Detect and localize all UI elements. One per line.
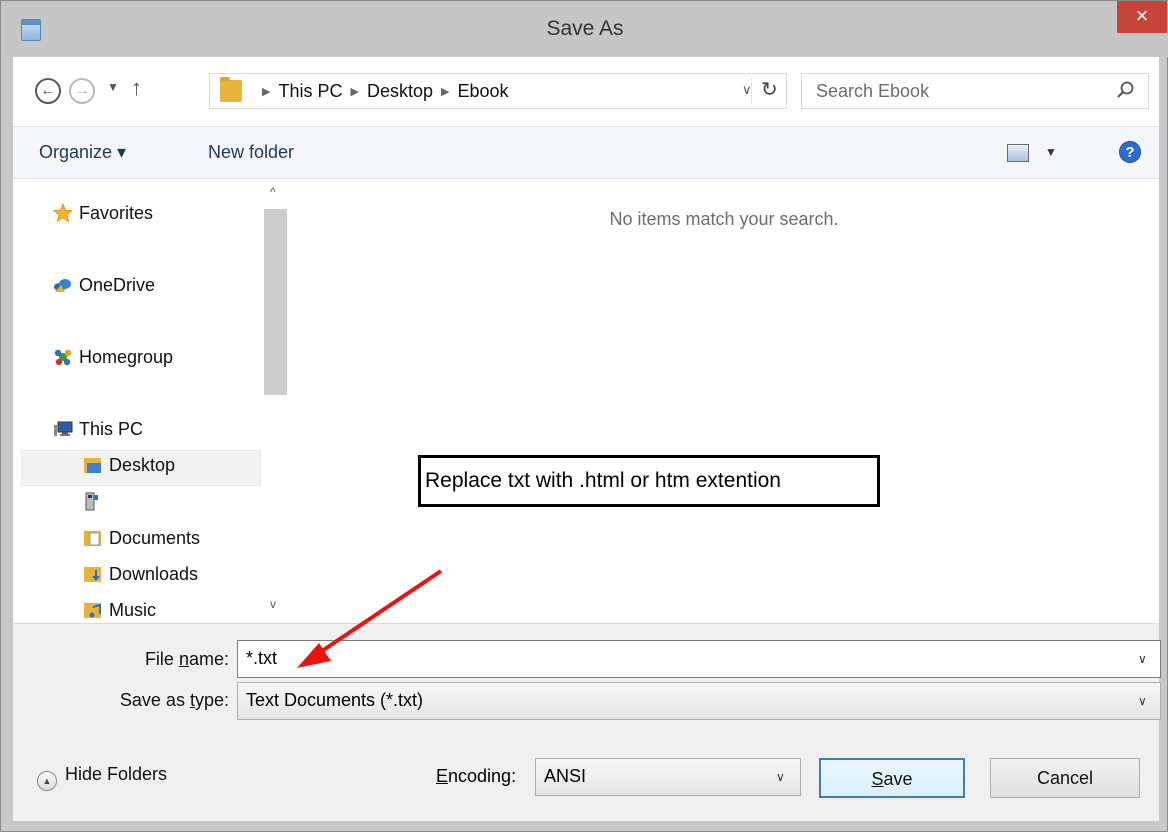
search-placeholder: Search Ebook [816, 81, 930, 101]
empty-message: No items match your search. [609, 209, 839, 229]
music-folder-icon [84, 603, 101, 618]
file-name-value[interactable]: *.txt [246, 648, 277, 669]
view-options-chevron-icon[interactable]: ▼ [1045, 145, 1057, 159]
nav-scrollbar[interactable]: ^ v [262, 179, 289, 623]
hide-folders-label: Hide Folders [65, 764, 168, 784]
save-as-type-label: Save as type: [119, 690, 229, 710]
nav-item-documents[interactable]: Documents [83, 528, 200, 558]
command-bar: Organize ▾ New folder ▼ ? [13, 127, 1159, 179]
onedrive-cloud-icon [54, 279, 71, 292]
search-input[interactable]: Search Ebook [801, 73, 1149, 109]
breadcrumb-separator-icon[interactable]: ▶ [441, 86, 449, 98]
address-row: ← → ▼ ↑ ▶ This PC ▶ Desktop ▶ Ebook ∨ ↻ Searc… [13, 57, 1159, 127]
nav-item-onedrive[interactable]: OneDrive [53, 275, 155, 305]
help-icon[interactable]: ? [1119, 141, 1141, 163]
downloads-folder-icon [84, 567, 101, 582]
breadcrumb-ebook[interactable]: Ebook [457, 81, 508, 101]
network-device-icon [85, 492, 98, 511]
breadcrumb-desktop[interactable]: Desktop [367, 81, 433, 101]
nav-item-this-pc[interactable]: This PC [53, 419, 143, 449]
save-as-dialog: Save As × ← → ▼ ↑ ▶ This PC ▶ Desktop ▶ Ebook… [0, 0, 1168, 832]
breadcrumb-separator-icon: ▶ [262, 86, 271, 98]
file-name-label: File name: [144, 649, 229, 669]
annotation-callout: Replace txt with .html or htm extention [418, 455, 880, 507]
save-as-type-value: Text Documents (*.txt) [246, 690, 424, 710]
scroll-thumb[interactable] [264, 209, 287, 395]
nav-label: Desktop [109, 455, 176, 475]
navigation-pane: Favorites OneDrive Homegroup This PC Des… [13, 179, 289, 623]
cancel-button[interactable]: Cancel [990, 758, 1140, 798]
title-bar: Save As × [1, 1, 1168, 57]
nav-label: Music [109, 600, 157, 620]
organize-button[interactable]: Organize ▾ [39, 142, 126, 163]
homegroup-icon [54, 349, 72, 366]
encoding-select[interactable]: ANSI ∨ [535, 758, 801, 796]
documents-folder-icon [84, 531, 101, 546]
change-view-icon[interactable] [1007, 144, 1029, 162]
divider [751, 78, 752, 104]
back-button[interactable]: ← [35, 78, 61, 104]
nav-item-unlabeled-device[interactable] [83, 492, 109, 522]
recent-locations-chevron-icon[interactable]: ▼ [107, 80, 119, 94]
scroll-up-chevron-icon[interactable]: ^ [270, 185, 276, 199]
encoding-dropdown-icon[interactable]: ∨ [776, 770, 785, 784]
nav-item-desktop[interactable]: Desktop [83, 455, 175, 485]
scroll-down-chevron-icon[interactable]: v [270, 597, 276, 611]
save-options-panel: File name: *.txt ∨ Save as type: Text Do… [13, 623, 1161, 821]
nav-item-homegroup[interactable]: Homegroup [53, 347, 173, 377]
breadcrumb-separator-icon[interactable]: ▶ [350, 86, 358, 98]
nav-label: Downloads [109, 564, 199, 584]
star-icon [53, 203, 73, 223]
address-bar[interactable]: ▶ This PC ▶ Desktop ▶ Ebook ∨ ↻ [209, 73, 787, 109]
file-name-field[interactable]: *.txt ∨ [237, 640, 1161, 678]
file-name-dropdown-icon[interactable]: ∨ [1138, 652, 1147, 666]
encoding-value: ANSI [544, 766, 587, 786]
nav-label: Homegroup [79, 347, 174, 367]
nav-item-downloads[interactable]: Downloads [83, 564, 198, 594]
breadcrumb: ▶ This PC ▶ Desktop ▶ Ebook [254, 81, 509, 102]
close-button[interactable]: × [1117, 1, 1167, 33]
dialog-content: ← → ▼ ↑ ▶ This PC ▶ Desktop ▶ Ebook ∨ ↻ Searc… [13, 57, 1161, 821]
nav-label: Favorites [79, 203, 154, 223]
nav-label: OneDrive [79, 275, 156, 295]
breadcrumb-this-pc[interactable]: This PC [278, 81, 342, 101]
window-title: Save As [546, 17, 624, 40]
desktop-folder-icon [84, 458, 101, 473]
nav-label: Documents [109, 528, 201, 548]
new-folder-button[interactable]: New folder [208, 142, 294, 163]
up-arrow-icon[interactable]: ↑ [131, 75, 142, 101]
nav-item-favorites[interactable]: Favorites [53, 203, 153, 233]
nav-item-music[interactable]: Music [83, 600, 156, 623]
refresh-icon[interactable]: ↻ [761, 77, 778, 102]
hide-folders-button[interactable]: ▲ Hide Folders [37, 764, 167, 791]
encoding-label: Encoding: [436, 766, 517, 786]
save-as-type-select[interactable]: Text Documents (*.txt) ∨ [237, 682, 1161, 720]
nav-label: This PC [79, 419, 144, 439]
file-list[interactable]: No items match your search. [289, 179, 1159, 623]
search-icon[interactable] [1116, 80, 1136, 100]
forward-button[interactable]: → [69, 78, 95, 104]
save-as-type-dropdown-icon[interactable]: ∨ [1138, 694, 1147, 708]
collapse-up-icon: ▲ [37, 771, 57, 791]
folder-icon [220, 77, 242, 102]
computer-monitor-icon [54, 421, 73, 436]
save-button[interactable]: Save [819, 758, 965, 798]
